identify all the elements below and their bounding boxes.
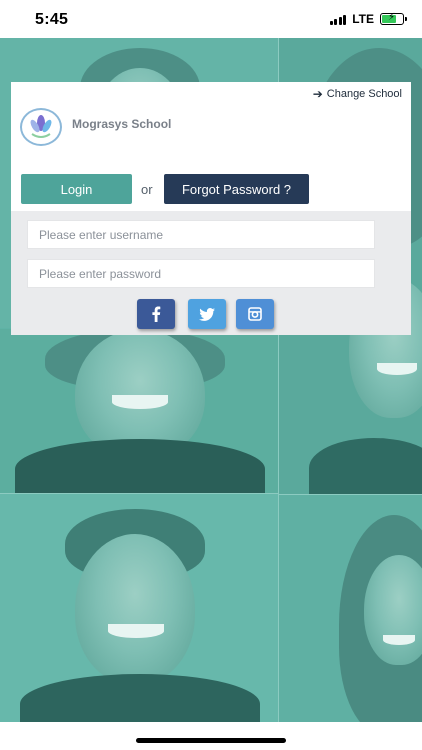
facebook-icon (152, 306, 161, 322)
network-label: LTE (352, 12, 374, 26)
arrow-right-icon: ➔ (312, 87, 323, 101)
forgot-password-button[interactable]: Forgot Password ? (164, 174, 309, 204)
twitter-icon (199, 307, 215, 321)
lotus-icon (30, 115, 52, 138)
signal-icon (329, 14, 347, 25)
bottom-bar (0, 722, 422, 750)
background-photo (0, 494, 278, 722)
background-photo (0, 329, 278, 493)
background-photo (279, 495, 422, 722)
battery-icon: ⚡ (380, 12, 407, 25)
twitter-button[interactable] (188, 299, 226, 329)
facebook-button[interactable] (137, 299, 175, 329)
status-time: 5:45 (35, 11, 69, 28)
login-button[interactable]: Login (21, 174, 132, 204)
status-bar: 5:45 LTE ⚡ (0, 0, 422, 38)
instagram-icon (248, 307, 262, 321)
or-separator: or (141, 182, 153, 197)
login-card: ➔ Change School Mograsys School Login or… (11, 82, 411, 335)
password-input[interactable] (27, 259, 375, 288)
login-form (11, 211, 411, 335)
school-name: Mograsys School (72, 117, 172, 131)
home-indicator[interactable] (136, 738, 286, 743)
instagram-button[interactable] (236, 299, 274, 329)
change-school-link[interactable]: ➔ Change School (313, 87, 402, 101)
username-input[interactable] (27, 220, 375, 249)
school-logo (20, 108, 62, 146)
change-school-label: Change School (326, 88, 402, 100)
status-indicators: LTE ⚡ (329, 12, 407, 26)
